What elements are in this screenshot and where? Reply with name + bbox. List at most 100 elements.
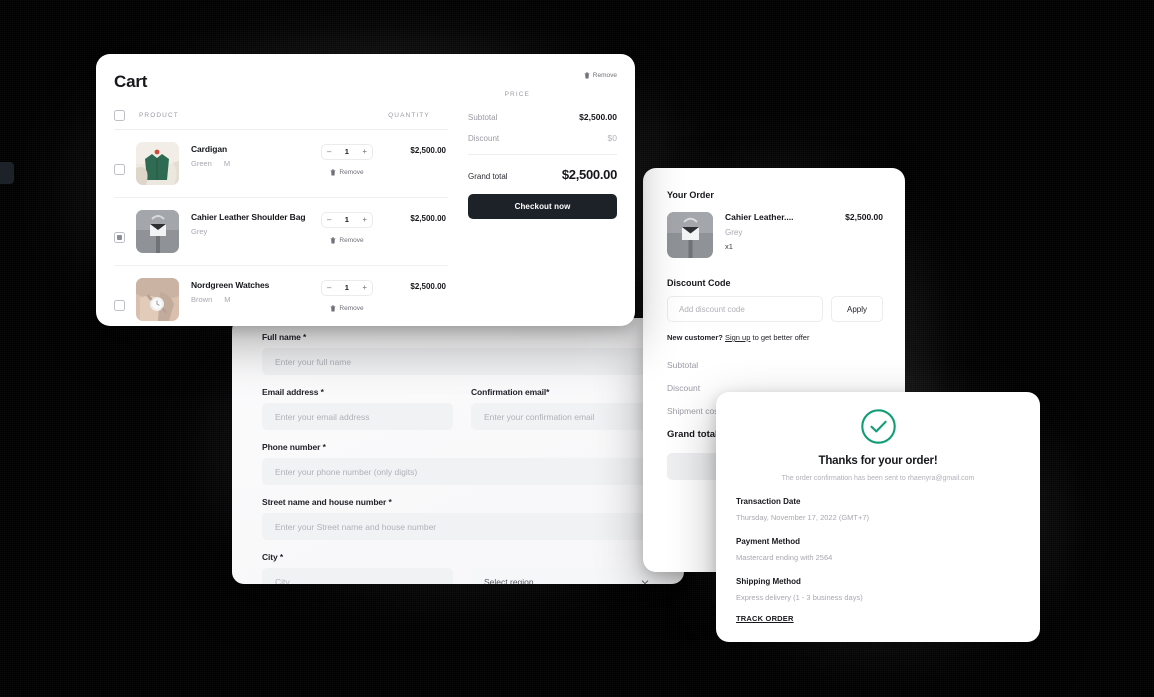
- your-order-title: Your Order: [667, 190, 714, 200]
- summary-grand-total-row: Grand total $2,500.00: [468, 167, 617, 182]
- table-row: Cardigan Green M – 1 + Remove $2,500.00: [114, 130, 448, 198]
- product-size: M: [223, 159, 231, 168]
- quantity-stepper[interactable]: – 1 +: [321, 144, 373, 160]
- row-select-checkbox[interactable]: [114, 300, 125, 311]
- column-header-product: PRODUCT: [139, 112, 179, 119]
- product-color: Grey: [191, 227, 208, 236]
- product-name: Cardigan: [191, 144, 228, 154]
- row-select-checkbox[interactable]: [114, 164, 125, 175]
- product-color: Brown: [191, 295, 213, 304]
- quantity-value: 1: [344, 215, 349, 225]
- payment-method-block: Payment Method Mastercard ending with 25…: [736, 537, 1020, 562]
- decrement-button[interactable]: –: [327, 216, 331, 224]
- region-select-value: Select region: [484, 576, 534, 585]
- confirmation-subtitle: The order confirmation has been sent to …: [781, 475, 975, 482]
- decrement-button[interactable]: –: [327, 284, 331, 292]
- select-all-checkbox[interactable]: [114, 110, 125, 121]
- product-info: Cardigan Green M: [191, 142, 310, 168]
- product-thumbnail-cardigan: [136, 142, 179, 185]
- product-thumbnail-bag: [136, 210, 179, 253]
- increment-button[interactable]: +: [362, 148, 367, 156]
- phone-number-input[interactable]: Enter your phone number (only digits): [262, 458, 662, 485]
- field-label: Street name and house number *: [262, 497, 392, 507]
- increment-button[interactable]: +: [362, 284, 367, 292]
- row-price: $2,500.00: [410, 146, 446, 155]
- row-checkbox-wrap: [114, 278, 125, 311]
- increment-button[interactable]: +: [362, 216, 367, 224]
- transaction-date-label: Transaction Date: [736, 497, 801, 506]
- shipping-method-label: Shipping Method: [736, 577, 801, 586]
- order-subtotal-label: Subtotal: [667, 360, 699, 370]
- field-confirmation-email: Confirmation email* Enter your confirmat…: [471, 387, 662, 430]
- summary-discount-row: Discount $0: [468, 133, 617, 143]
- order-item-thumbnail: [667, 212, 713, 258]
- quantity-cell: – 1 + Remove: [310, 210, 384, 244]
- cart-card: Cart PRODUCT QUANTITY Cardigan Green M –…: [96, 54, 635, 326]
- quantity-value: 1: [344, 147, 349, 157]
- remove-item-button[interactable]: Remove: [330, 169, 364, 176]
- new-customer-prompt: New customer? Sign up to get better offe…: [667, 333, 883, 342]
- dark-edge-chip: [0, 162, 14, 184]
- cart-table-header: PRODUCT QUANTITY: [114, 110, 448, 130]
- shipping-method-value: Express delivery (1 - 3 business days): [736, 593, 863, 602]
- table-row: Nordgreen Watches Brown M – 1 + Remove $…: [114, 266, 448, 326]
- sign-up-link[interactable]: Sign up: [725, 333, 750, 342]
- field-label: Confirmation email*: [471, 387, 550, 397]
- page-title: Cart: [114, 72, 148, 91]
- discount-code-input[interactable]: Add discount code: [667, 296, 823, 322]
- order-item-quantity: x1: [725, 242, 733, 251]
- apply-discount-button[interactable]: Apply: [831, 296, 883, 322]
- decrement-button[interactable]: –: [327, 148, 331, 156]
- shipping-method-block: Shipping Method Express delivery (1 - 3 …: [736, 577, 1020, 602]
- field-email: Email address * Enter your email address: [262, 387, 453, 430]
- payment-method-value: Mastercard ending with 2564: [736, 553, 833, 562]
- field-label: Email address *: [262, 387, 324, 397]
- row-price: $2,500.00: [410, 214, 446, 223]
- product-size: M: [224, 295, 231, 304]
- track-order-link[interactable]: TRACK ORDER: [736, 614, 1020, 623]
- confirmation-email-field[interactable]: Enter your confirmation email: [471, 403, 662, 430]
- order-item-price: $2,500.00: [845, 212, 883, 222]
- new-customer-lead: New customer?: [667, 333, 723, 342]
- remove-label: Remove: [339, 169, 364, 176]
- quantity-cell: – 1 + Remove: [310, 142, 384, 176]
- field-full-name: Full name * Enter your full name: [262, 332, 662, 375]
- summary-subtotal-value: $2,500.00: [579, 112, 617, 122]
- row-checkbox-wrap: [114, 210, 125, 243]
- quantity-cell: – 1 + Remove: [310, 278, 384, 312]
- checkout-now-button[interactable]: Checkout now: [468, 194, 617, 219]
- order-confirmation-card: Thanks for your order! The order confirm…: [716, 392, 1040, 642]
- row-checkbox-wrap: [114, 142, 125, 175]
- summary-subtotal-label: Subtotal: [468, 113, 498, 122]
- email-field[interactable]: Enter your email address: [262, 403, 453, 430]
- remove-label: Remove: [339, 305, 364, 312]
- success-check-wrap: [736, 408, 1020, 445]
- row-price: $2,500.00: [410, 282, 446, 291]
- order-item-variant: Grey: [725, 228, 743, 237]
- trash-icon: [330, 305, 336, 312]
- trash-icon: [584, 72, 590, 79]
- product-name: Nordgreen Watches: [191, 280, 270, 290]
- summary-subtotal-row: Subtotal $2,500.00: [468, 112, 617, 122]
- transaction-date-block: Transaction Date Thursday, November 17, …: [736, 497, 1020, 522]
- order-item-name: Cahier Leather....: [725, 212, 794, 222]
- product-info: Nordgreen Watches Brown M: [191, 278, 310, 304]
- success-check-icon: [860, 409, 896, 444]
- region-select[interactable]: Select region: [471, 568, 662, 584]
- city-input[interactable]: City: [262, 568, 453, 584]
- field-label: Full name *: [262, 332, 307, 342]
- quantity-stepper[interactable]: – 1 +: [321, 280, 373, 296]
- remove-item-button[interactable]: Remove: [330, 305, 364, 312]
- discount-code-title: Discount Code: [667, 278, 731, 288]
- product-thumbnail-watch: [136, 278, 179, 321]
- quantity-stepper[interactable]: – 1 +: [321, 212, 373, 228]
- row-select-checkbox[interactable]: [114, 232, 125, 243]
- order-line-item: Cahier Leather.... $2,500.00 Grey x1: [667, 212, 883, 258]
- trash-icon: [330, 169, 336, 176]
- summary-divider: [468, 154, 617, 155]
- full-name-input[interactable]: Enter your full name: [262, 348, 662, 375]
- summary-grand-total-label: Grand total: [468, 172, 508, 181]
- quantity-value: 1: [344, 283, 349, 293]
- street-address-input[interactable]: Enter your Street name and house number: [262, 513, 662, 540]
- remove-item-button[interactable]: Remove: [330, 237, 364, 244]
